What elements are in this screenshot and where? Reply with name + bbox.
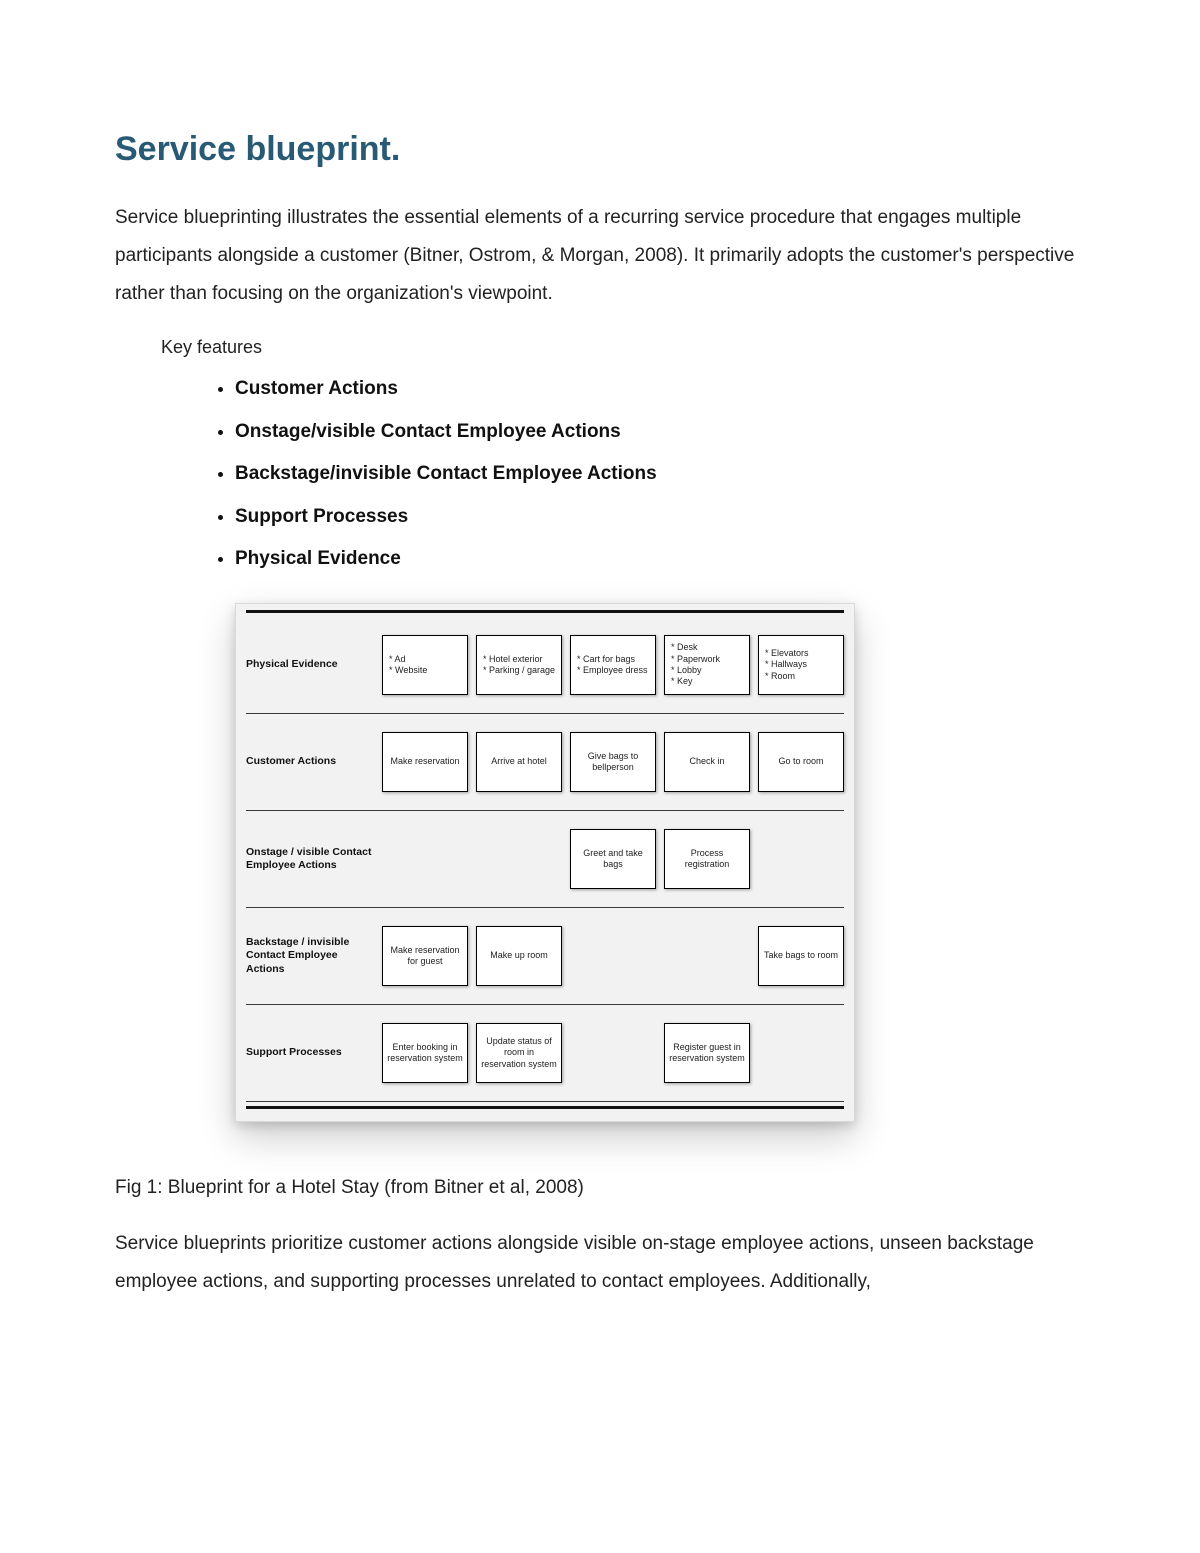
blueprint-diagram: Physical Evidence * Ad * Website * Hotel… (235, 603, 855, 1122)
bp-box: Register guest in reservation system (664, 1023, 750, 1083)
bp-box: Update status of room in reservation sys… (476, 1023, 562, 1083)
bp-box: Process registration (664, 829, 750, 889)
bp-empty (476, 836, 562, 882)
row-cells: Enter booking in reservation system Upda… (382, 1013, 844, 1093)
bp-box: * Desk * Paperwork * Lobby * Key (664, 635, 750, 695)
bp-box: Take bags to room (758, 926, 844, 986)
document-page: Service blueprint. Service blueprinting … (0, 0, 1200, 1553)
bp-box: Check in (664, 732, 750, 792)
bp-box: Give bags to bellperson (570, 732, 656, 792)
bp-empty (382, 836, 468, 882)
closing-paragraph: Service blueprints prioritize customer a… (115, 1225, 1085, 1301)
feature-item: Onstage/visible Contact Employee Actions (235, 419, 1085, 446)
blueprint-row-backstage: Backstage / invisible Contact Employee A… (246, 908, 844, 1005)
key-features-label: Key features (161, 337, 1085, 358)
blueprint-bottom-bar (246, 1106, 844, 1109)
bp-box: * Cart for bags * Employee dress (570, 635, 656, 695)
bp-empty (664, 933, 750, 979)
bp-box: Make reservation (382, 732, 468, 792)
blueprint-row-support: Support Processes Enter booking in reser… (246, 1005, 844, 1102)
feature-item: Customer Actions (235, 376, 1085, 403)
bp-box: Go to room (758, 732, 844, 792)
blueprint-top-bar (246, 610, 844, 613)
blueprint-row-physical-evidence: Physical Evidence * Ad * Website * Hotel… (246, 617, 844, 714)
bp-box: Greet and take bags (570, 829, 656, 889)
row-cells: * Ad * Website * Hotel exterior * Parkin… (382, 625, 844, 705)
bp-box: * Elevators * Hallways * Room (758, 635, 844, 695)
feature-item: Backstage/invisible Contact Employee Act… (235, 461, 1085, 488)
page-title: Service blueprint. (115, 130, 1085, 169)
bp-empty (570, 1030, 656, 1076)
bp-box: Make up room (476, 926, 562, 986)
row-label: Onstage / visible Contact Employee Actio… (246, 819, 382, 899)
row-cells: Make reservation for guest Make up room … (382, 916, 844, 996)
features-list: Customer Actions Onstage/visible Contact… (235, 376, 1085, 573)
bp-empty (570, 933, 656, 979)
feature-item: Physical Evidence (235, 546, 1085, 573)
row-label: Physical Evidence (246, 625, 382, 705)
bp-box: Arrive at hotel (476, 732, 562, 792)
feature-item: Support Processes (235, 504, 1085, 531)
bp-box: * Hotel exterior * Parking / garage (476, 635, 562, 695)
bp-box: * Ad * Website (382, 635, 468, 695)
blueprint-row-customer-actions: Customer Actions Make reservation Arrive… (246, 714, 844, 811)
bp-box: Make reservation for guest (382, 926, 468, 986)
bp-empty (758, 836, 844, 882)
intro-paragraph: Service blueprinting illustrates the ess… (115, 199, 1085, 313)
row-cells: Make reservation Arrive at hotel Give ba… (382, 722, 844, 802)
bp-empty (758, 1030, 844, 1076)
blueprint-row-onstage: Onstage / visible Contact Employee Actio… (246, 811, 844, 908)
row-label: Support Processes (246, 1013, 382, 1093)
row-label: Customer Actions (246, 722, 382, 802)
figure-caption: Fig 1: Blueprint for a Hotel Stay (from … (115, 1177, 1085, 1199)
row-cells: Greet and take bags Process registration (382, 819, 844, 899)
row-label: Backstage / invisible Contact Employee A… (246, 916, 382, 996)
bp-box: Enter booking in reservation system (382, 1023, 468, 1083)
